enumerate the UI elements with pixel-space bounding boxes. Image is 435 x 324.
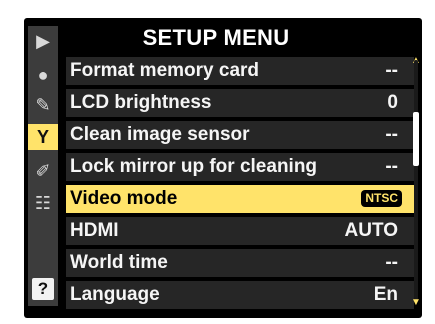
scroll-down-arrow-icon: ▼ (411, 297, 421, 308)
menu-item-value: -- (385, 60, 398, 81)
menu-item-value: AUTO (344, 220, 398, 241)
menu-item-label: HDMI (70, 220, 119, 241)
menu-item-value: En (373, 284, 398, 305)
menu-item-label: Clean image sensor (70, 124, 250, 145)
my-menu-icon: ☷ (34, 192, 52, 213)
pencil-icon: ✎ (35, 94, 51, 115)
retouch-menu-tab[interactable]: ✐ (28, 158, 58, 184)
scrollbar-track[interactable] (414, 60, 418, 300)
menu-item-value: 0 (387, 92, 398, 113)
menu-item-label: Language (70, 284, 160, 305)
video-mode-badge: NTSC (361, 190, 402, 207)
menu-item-label: World time (70, 252, 168, 273)
menu-item-lock-mirror-up[interactable]: Lock mirror up for cleaning -- (66, 153, 414, 181)
menu-item-video-mode[interactable]: Video mode NTSC (66, 185, 414, 213)
playback-menu-tab[interactable]: ▶ (28, 28, 58, 54)
scrollbar-thumb[interactable] (413, 112, 419, 166)
menu-item-value: -- (385, 124, 398, 145)
my-menu-tab[interactable]: ☷ (28, 190, 58, 216)
retouch-icon: ✐ (35, 160, 51, 181)
menu-item-value: -- (385, 156, 398, 177)
menu-item-hdmi[interactable]: HDMI AUTO (66, 217, 414, 245)
menu-item-clean-image-sensor[interactable]: Clean image sensor -- (66, 121, 414, 149)
menu-item-label: Lock mirror up for cleaning (70, 156, 318, 177)
camera-icon: ● (37, 64, 49, 85)
help-icon: ? (37, 279, 49, 298)
help-button[interactable]: ? (32, 278, 54, 300)
menu-item-label: Format memory card (70, 60, 260, 81)
wrench-icon: Y (36, 126, 49, 147)
menu-item-format-memory-card[interactable]: Format memory card -- (66, 57, 414, 85)
menu-item-world-time[interactable]: World time -- (66, 249, 414, 277)
custom-settings-tab[interactable]: ✎ (28, 92, 58, 118)
menu-item-label: Video mode (70, 188, 178, 209)
shooting-menu-tab[interactable]: ● (28, 62, 58, 88)
menu-item-language[interactable]: Language En (66, 281, 414, 309)
playback-icon: ▶ (36, 30, 50, 51)
menu-tab-strip: ▶ ● ✎ Y ✐ ☷ ? (28, 26, 58, 306)
menu-item-lcd-brightness[interactable]: LCD brightness 0 (66, 89, 414, 117)
menu-title: SETUP MENU (142, 25, 290, 50)
menu-item-value: -- (385, 252, 398, 273)
menu-item-label: LCD brightness (70, 92, 212, 113)
setup-menu-tab[interactable]: Y (28, 124, 58, 150)
